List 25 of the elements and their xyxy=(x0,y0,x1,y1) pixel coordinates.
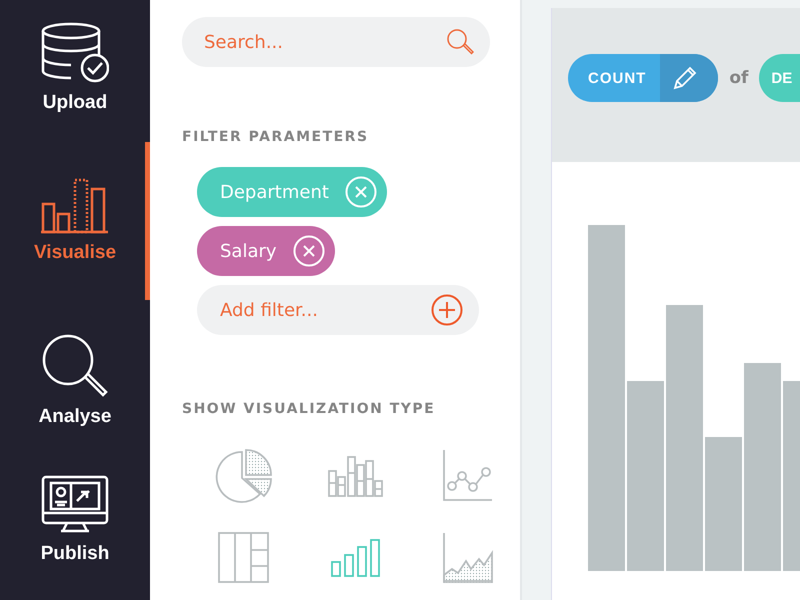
line-chart-icon[interactable] xyxy=(442,450,494,502)
area-chart-icon[interactable] xyxy=(442,533,494,583)
table-layout-icon[interactable] xyxy=(218,532,270,584)
remove-icon[interactable] xyxy=(292,235,325,267)
search-icon xyxy=(42,334,108,398)
joiner-text: of xyxy=(729,68,748,88)
pie-chart-icon[interactable] xyxy=(215,448,273,504)
bar-chart-icon xyxy=(41,178,109,234)
filter-label: Department xyxy=(220,182,329,202)
remove-icon[interactable] xyxy=(344,176,377,208)
database-check-icon xyxy=(41,22,109,84)
plus-circle-icon[interactable] xyxy=(431,294,463,326)
monitor-icon xyxy=(41,475,109,535)
section-heading: SHOW VISUALIZATION TYPE xyxy=(182,401,436,419)
bar-chart-icon[interactable] xyxy=(330,539,382,577)
search-icon xyxy=(446,28,474,56)
search-field[interactable]: Search... xyxy=(182,17,490,67)
add-filter-field[interactable]: Add filter... xyxy=(197,285,479,335)
pencil-icon[interactable] xyxy=(660,54,718,102)
grouped-bar-chart-icon[interactable] xyxy=(327,455,385,497)
section-heading: FILTER PARAMETERS xyxy=(182,129,370,147)
nav-item[interactable]: Analyse xyxy=(0,326,150,436)
filter-label: Salary xyxy=(220,240,277,262)
nav-item[interactable]: Publish xyxy=(0,462,150,578)
nav-item[interactable]: Upload xyxy=(0,0,150,116)
